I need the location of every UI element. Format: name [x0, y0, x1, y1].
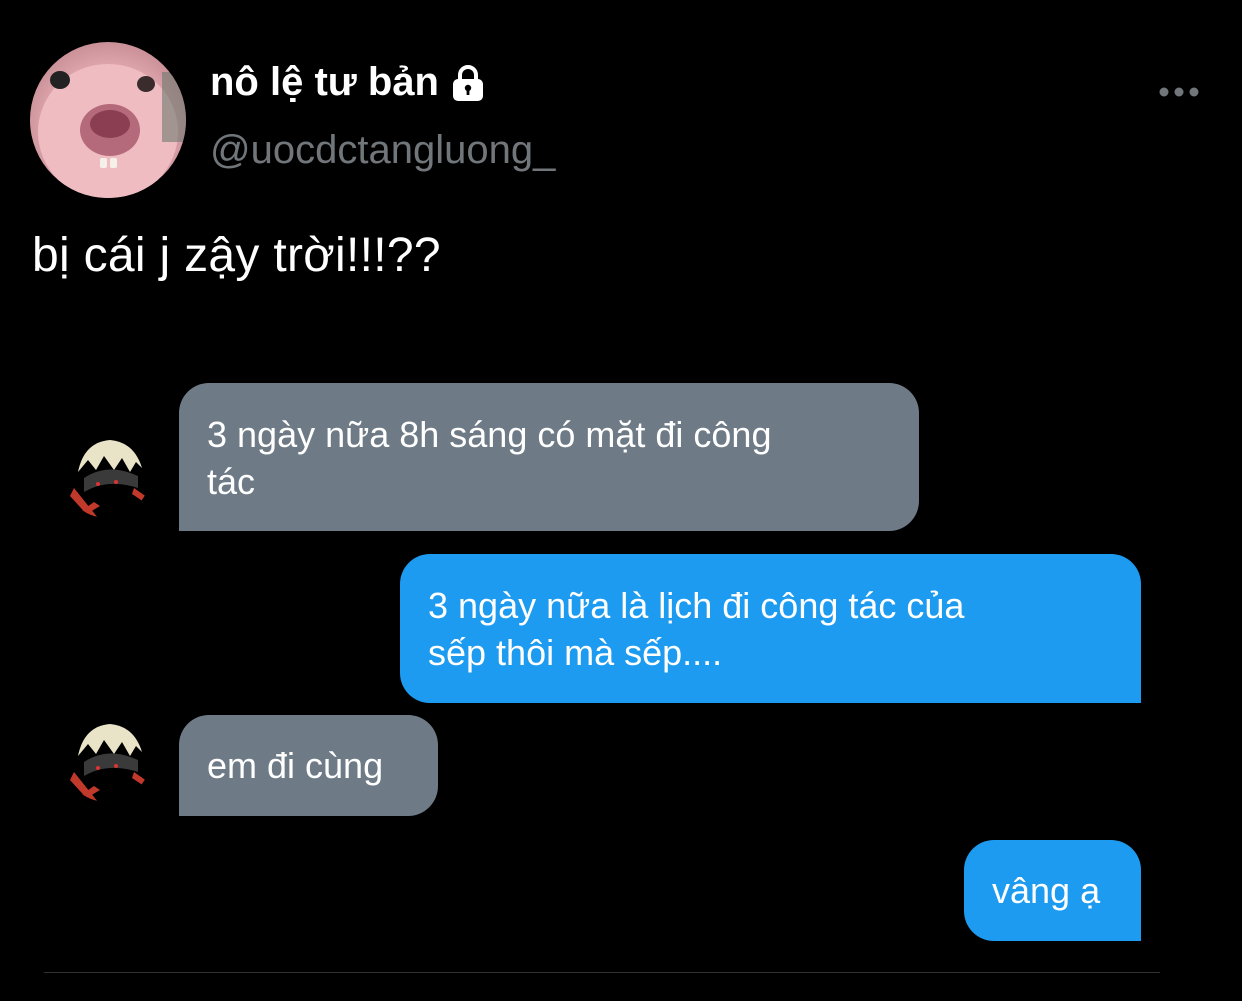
message-bubble-outgoing[interactable]: 3 ngày nữa là lịch đi công tác của sếp t… — [400, 554, 1141, 703]
message-text: 3 ngày nữa 8h sáng có mặt đi công — [207, 414, 772, 455]
message-text: tác — [207, 461, 256, 502]
message-bubble-outgoing[interactable]: vâng ạ — [964, 840, 1141, 941]
message-text: em đi cùng — [207, 745, 384, 786]
chat-screenshot[interactable]: 3 ngày nữa 8h sáng có mặt đi công tác 3 … — [0, 0, 1242, 1001]
divider — [44, 972, 1160, 973]
message-text: vâng ạ — [992, 870, 1101, 911]
message-text: 3 ngày nữa là lịch đi công tác của — [428, 585, 965, 626]
message-bubble-incoming[interactable]: 3 ngày nữa 8h sáng có mặt đi công tác — [179, 383, 919, 531]
message-text: sếp thôi mà sếp.... — [428, 632, 723, 673]
sender-avatar — [64, 432, 150, 518]
sender-avatar — [64, 716, 150, 802]
message-bubble-incoming[interactable]: em đi cùng — [179, 715, 438, 816]
